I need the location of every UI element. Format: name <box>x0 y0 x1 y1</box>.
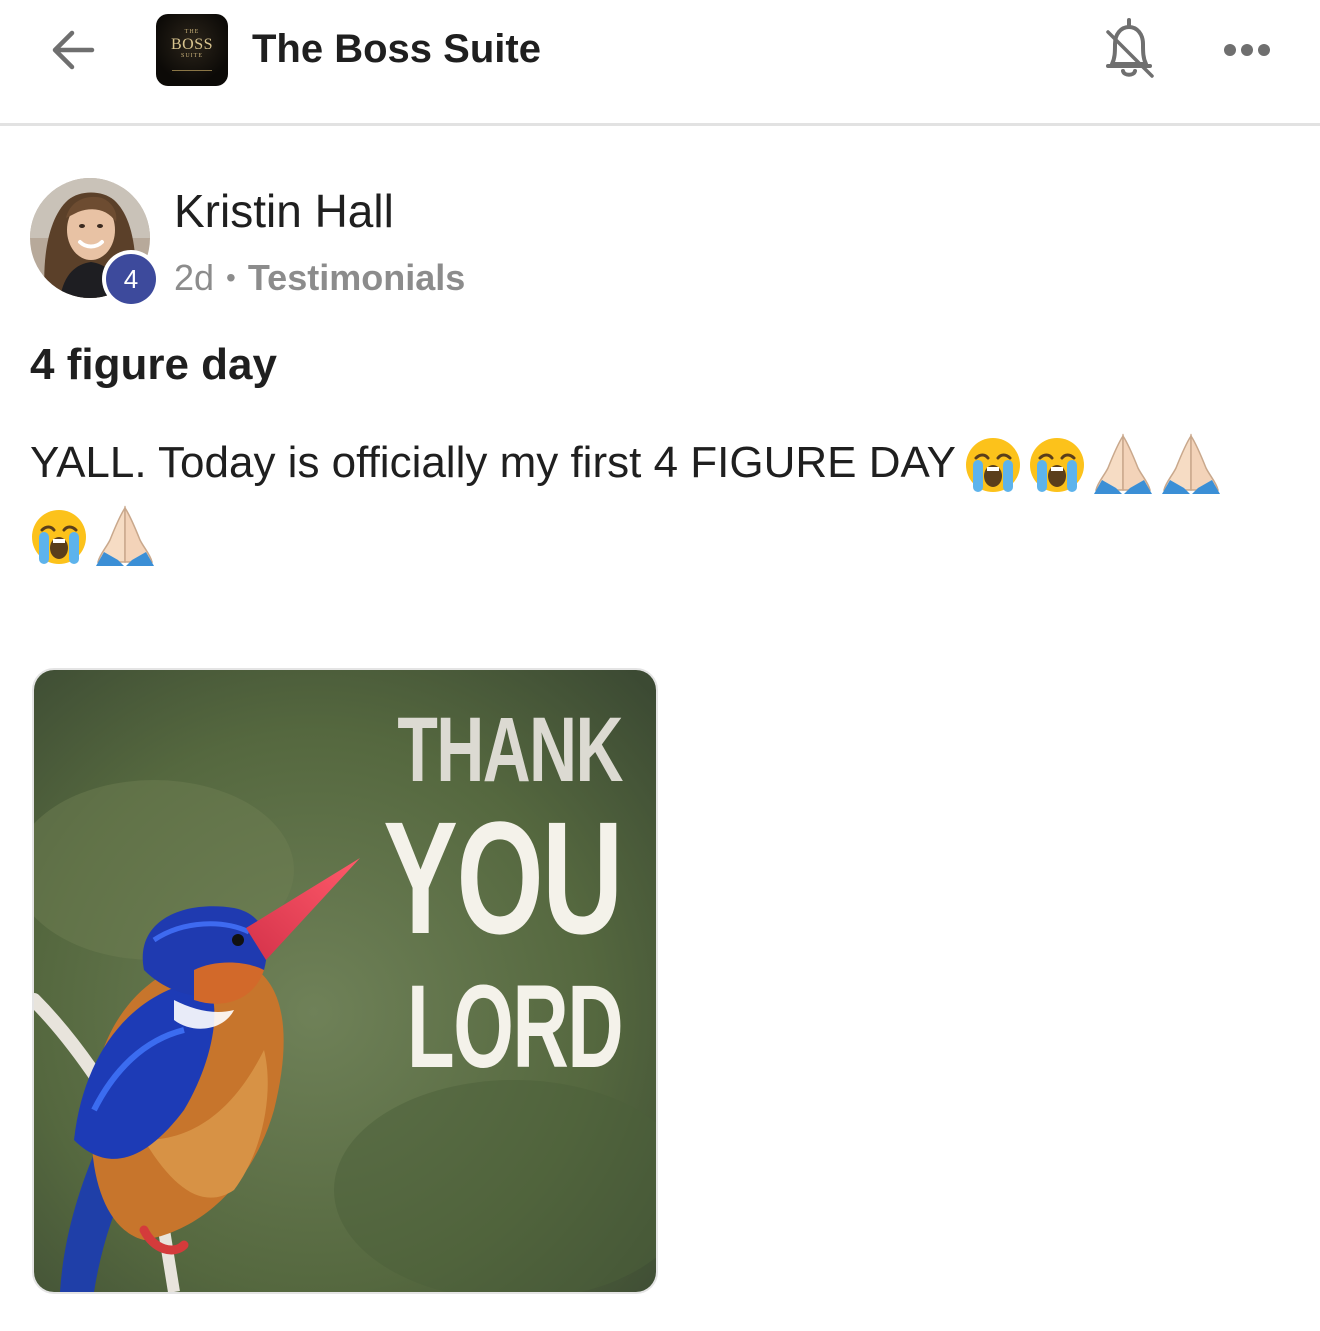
post-gif-media[interactable]: THANK YOU LORD <box>32 668 658 1294</box>
author-level-badge: 4 <box>102 250 160 308</box>
post-title: 4 figure day <box>30 340 277 389</box>
post-body-text: YALL. Today is officially my first 4 FIG… <box>30 438 956 487</box>
crying-face-emoji <box>32 510 86 564</box>
post-body: YALL. Today is officially my first 4 FIG… <box>30 432 1290 566</box>
arrow-left-icon <box>52 30 95 70</box>
more-horizontal-icon-dot <box>1241 44 1253 56</box>
gif-caption-line-2: YOU <box>383 788 623 967</box>
folded-hands-emoji <box>96 505 154 566</box>
post-time-ago: 2d <box>174 257 215 298</box>
crying-face-emoji <box>965 438 1020 492</box>
group-logo-main-text: BOSS <box>170 36 214 53</box>
gif-caption-line-1: THANK <box>397 699 623 801</box>
back-button[interactable] <box>40 20 106 80</box>
group-logo-top-text: THE <box>184 29 200 35</box>
gif-caption-line-3: LORD <box>406 961 624 1093</box>
post-category-link[interactable]: Testimonials <box>248 256 465 300</box>
bell-off-icon <box>1106 18 1154 78</box>
folded-hands-emoji <box>1161 433 1220 494</box>
group-logo[interactable]: THE BOSS SUITE <box>156 14 228 86</box>
more-options-button[interactable] <box>1214 30 1280 70</box>
author-level-number: 4 <box>106 254 156 304</box>
more-horizontal-icon-dot <box>1258 44 1270 56</box>
post-body-line-2 <box>30 504 1290 566</box>
more-horizontal-icon-dot <box>1224 44 1236 56</box>
meta-separator: • <box>226 262 236 293</box>
app-bar: THE BOSS SUITE The Boss Suite <box>0 0 1320 126</box>
group-logo-bottom-text: SUITE <box>181 53 203 59</box>
crying-face-emoji <box>1029 438 1084 492</box>
group-title[interactable]: The Boss Suite <box>252 22 541 76</box>
post-body-line-1: YALL. Today is officially my first 4 FIG… <box>30 432 1290 494</box>
notifications-toggle-button[interactable] <box>1098 14 1160 84</box>
folded-hands-emoji <box>1093 433 1152 494</box>
post-meta: 2d • Testimonials <box>174 256 465 300</box>
group-logo-rule <box>172 70 212 71</box>
author-name[interactable]: Kristin Hall <box>174 184 394 238</box>
